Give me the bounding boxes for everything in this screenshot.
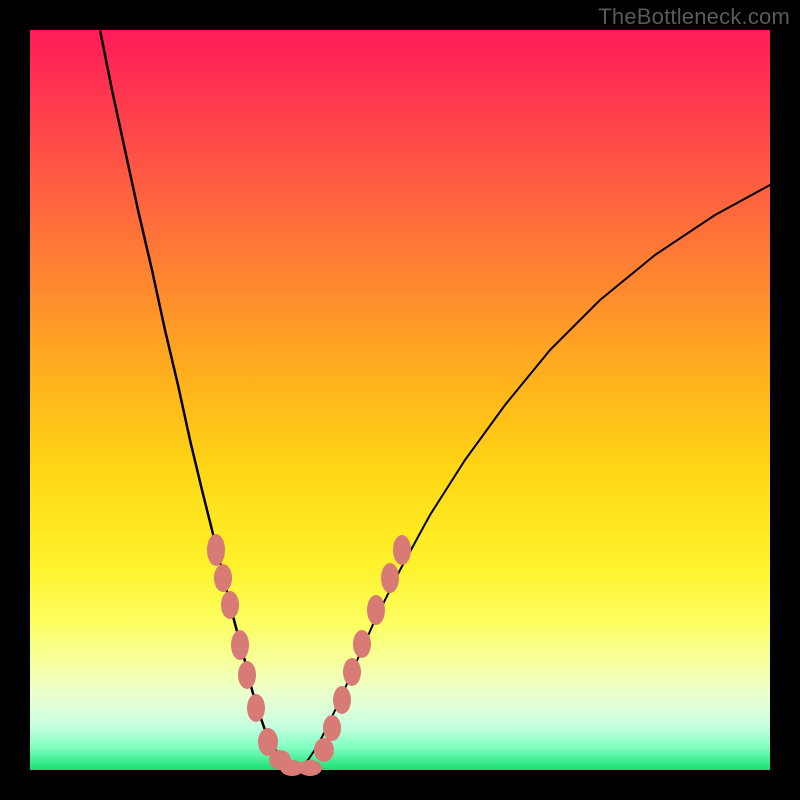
chart-svg	[30, 30, 770, 770]
bottleneck-curve	[100, 30, 770, 770]
plot-area	[30, 30, 770, 770]
watermark-text: TheBottleneck.com	[598, 4, 790, 30]
chart-frame: TheBottleneck.com	[0, 0, 800, 800]
bead-markers	[207, 534, 411, 776]
